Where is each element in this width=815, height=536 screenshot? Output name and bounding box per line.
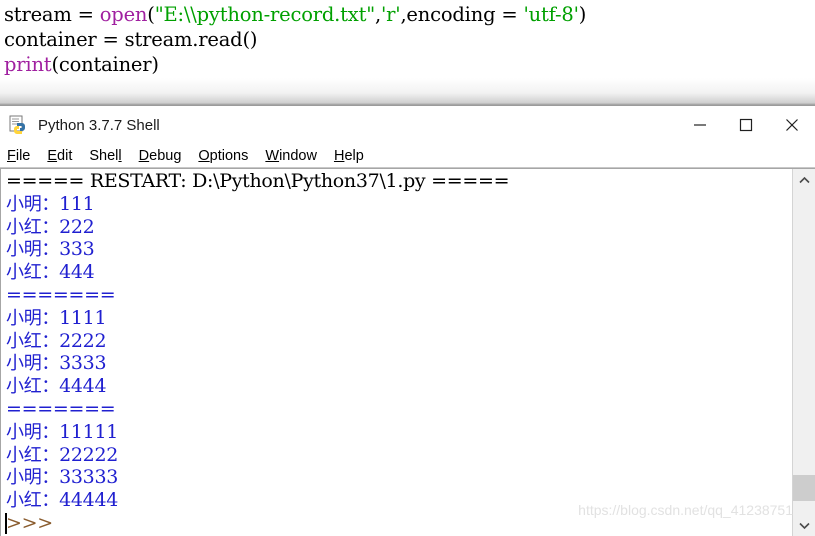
shell-output-line: ===== RESTART: D:\Python\Python37\1.py =… (6, 170, 510, 192)
shell-output-line: 小红：44444 (6, 489, 119, 512)
shell-output-line: ======= (6, 397, 116, 420)
cjk-text: 小明： (6, 193, 60, 215)
shell-prompt: >>> (6, 511, 59, 534)
python-idle-icon (9, 115, 29, 135)
shell-output-area[interactable]: ===== RESTART: D:\Python\Python37\1.py =… (0, 168, 815, 536)
code-token-builtin: print (4, 53, 52, 76)
python-shell-window: Python 3.7.7 Shell File Edit Shell Debug Opt (0, 105, 815, 536)
menu-item-window[interactable]: Window (265, 147, 317, 165)
shell-output-line: 小明：3333 (6, 352, 107, 375)
menu-mnemonic: l (118, 147, 122, 164)
chevron-up-icon[interactable] (793, 169, 815, 191)
menu-mnemonic: D (138, 147, 150, 164)
menu-item-options[interactable]: Options (198, 147, 248, 165)
menu-item-debug[interactable]: Debug (139, 147, 182, 165)
shell-output-line: 小红：4444 (6, 375, 107, 398)
code-token-builtin: open (99, 3, 148, 26)
cjk-text: 小明： (6, 353, 60, 375)
code-line: print(container) (4, 52, 815, 77)
chevron-down-icon[interactable] (793, 514, 815, 536)
menu-mnemonic: E (47, 147, 58, 164)
shell-output-text: ===== RESTART: D:\Python\Python37\1.py =… (6, 170, 791, 535)
cjk-text: 小明： (6, 239, 60, 261)
cjk-text: 小红： (6, 490, 60, 512)
menu-mnemonic: F (7, 147, 16, 164)
code-token-string: 'utf-8' (523, 3, 579, 26)
minimize-button[interactable] (677, 106, 723, 144)
menu-item-edit[interactable]: Edit (47, 147, 72, 165)
maximize-button[interactable] (723, 106, 769, 144)
cjk-text: 小明： (6, 467, 60, 489)
vertical-scrollbar[interactable] (792, 169, 815, 536)
code-line: container = stream.read() (4, 27, 815, 52)
shell-output-line: 小明：333 (6, 238, 95, 261)
code-token-plain: stream = (4, 3, 100, 26)
shell-output-line: 小明：1111 (6, 306, 107, 329)
shell-output-line: 小红：22222 (6, 443, 119, 466)
menu-mnemonic: H (333, 147, 345, 164)
cjk-text: 小明： (6, 307, 60, 329)
code-token-plain: (container) (51, 53, 159, 76)
code-line: stream = open("E:\\python-record.txt",'r… (4, 2, 815, 27)
cjk-text: 小红： (6, 216, 60, 238)
code-token-string: "E:\\python-record.txt" (154, 3, 375, 26)
menu-item-help[interactable]: Help (334, 147, 364, 165)
cjk-text: 小红： (6, 262, 60, 284)
menu-mnemonic: O (198, 147, 210, 164)
menu-mnemonic: W (265, 147, 280, 164)
shell-output-line: 小明：33333 (6, 466, 119, 489)
shell-output-line: 小明：111 (6, 192, 95, 215)
cjk-text: 小红： (6, 376, 60, 398)
menu-bar[interactable]: File Edit Shell Debug Options Window Help (0, 144, 815, 168)
code-token-string: 'r' (380, 3, 401, 26)
code-token-plain: ( (147, 3, 155, 26)
shell-output-line: 小红：2222 (6, 329, 107, 352)
menu-item-shell[interactable]: Shell (89, 147, 121, 165)
code-editor-pane[interactable]: stream = open("E:\\python-record.txt",'r… (0, 0, 815, 78)
pane-divider-shadow (0, 78, 815, 105)
code-token-plain: ) (578, 3, 587, 26)
code-token-plain: ,encoding = (400, 3, 524, 26)
window-controls (677, 106, 815, 144)
scrollbar-thumb[interactable] (793, 475, 815, 502)
cjk-text: 小明： (6, 421, 60, 443)
shell-output-line: 小红：222 (6, 215, 95, 238)
cjk-text: 小红： (6, 444, 60, 466)
shell-output-line: ======= (6, 283, 116, 306)
close-button[interactable] (769, 106, 815, 144)
shell-output-line: 小明：11111 (6, 420, 119, 443)
text-caret (5, 513, 7, 534)
shell-output-line: 小红：444 (6, 261, 95, 284)
code-token-plain: container = stream.read() (4, 28, 258, 51)
title-bar[interactable]: Python 3.7.7 Shell (0, 106, 815, 144)
window-title: Python 3.7.7 Shell (38, 116, 160, 134)
menu-item-file[interactable]: File (7, 147, 30, 165)
cjk-text: 小红： (6, 330, 60, 352)
